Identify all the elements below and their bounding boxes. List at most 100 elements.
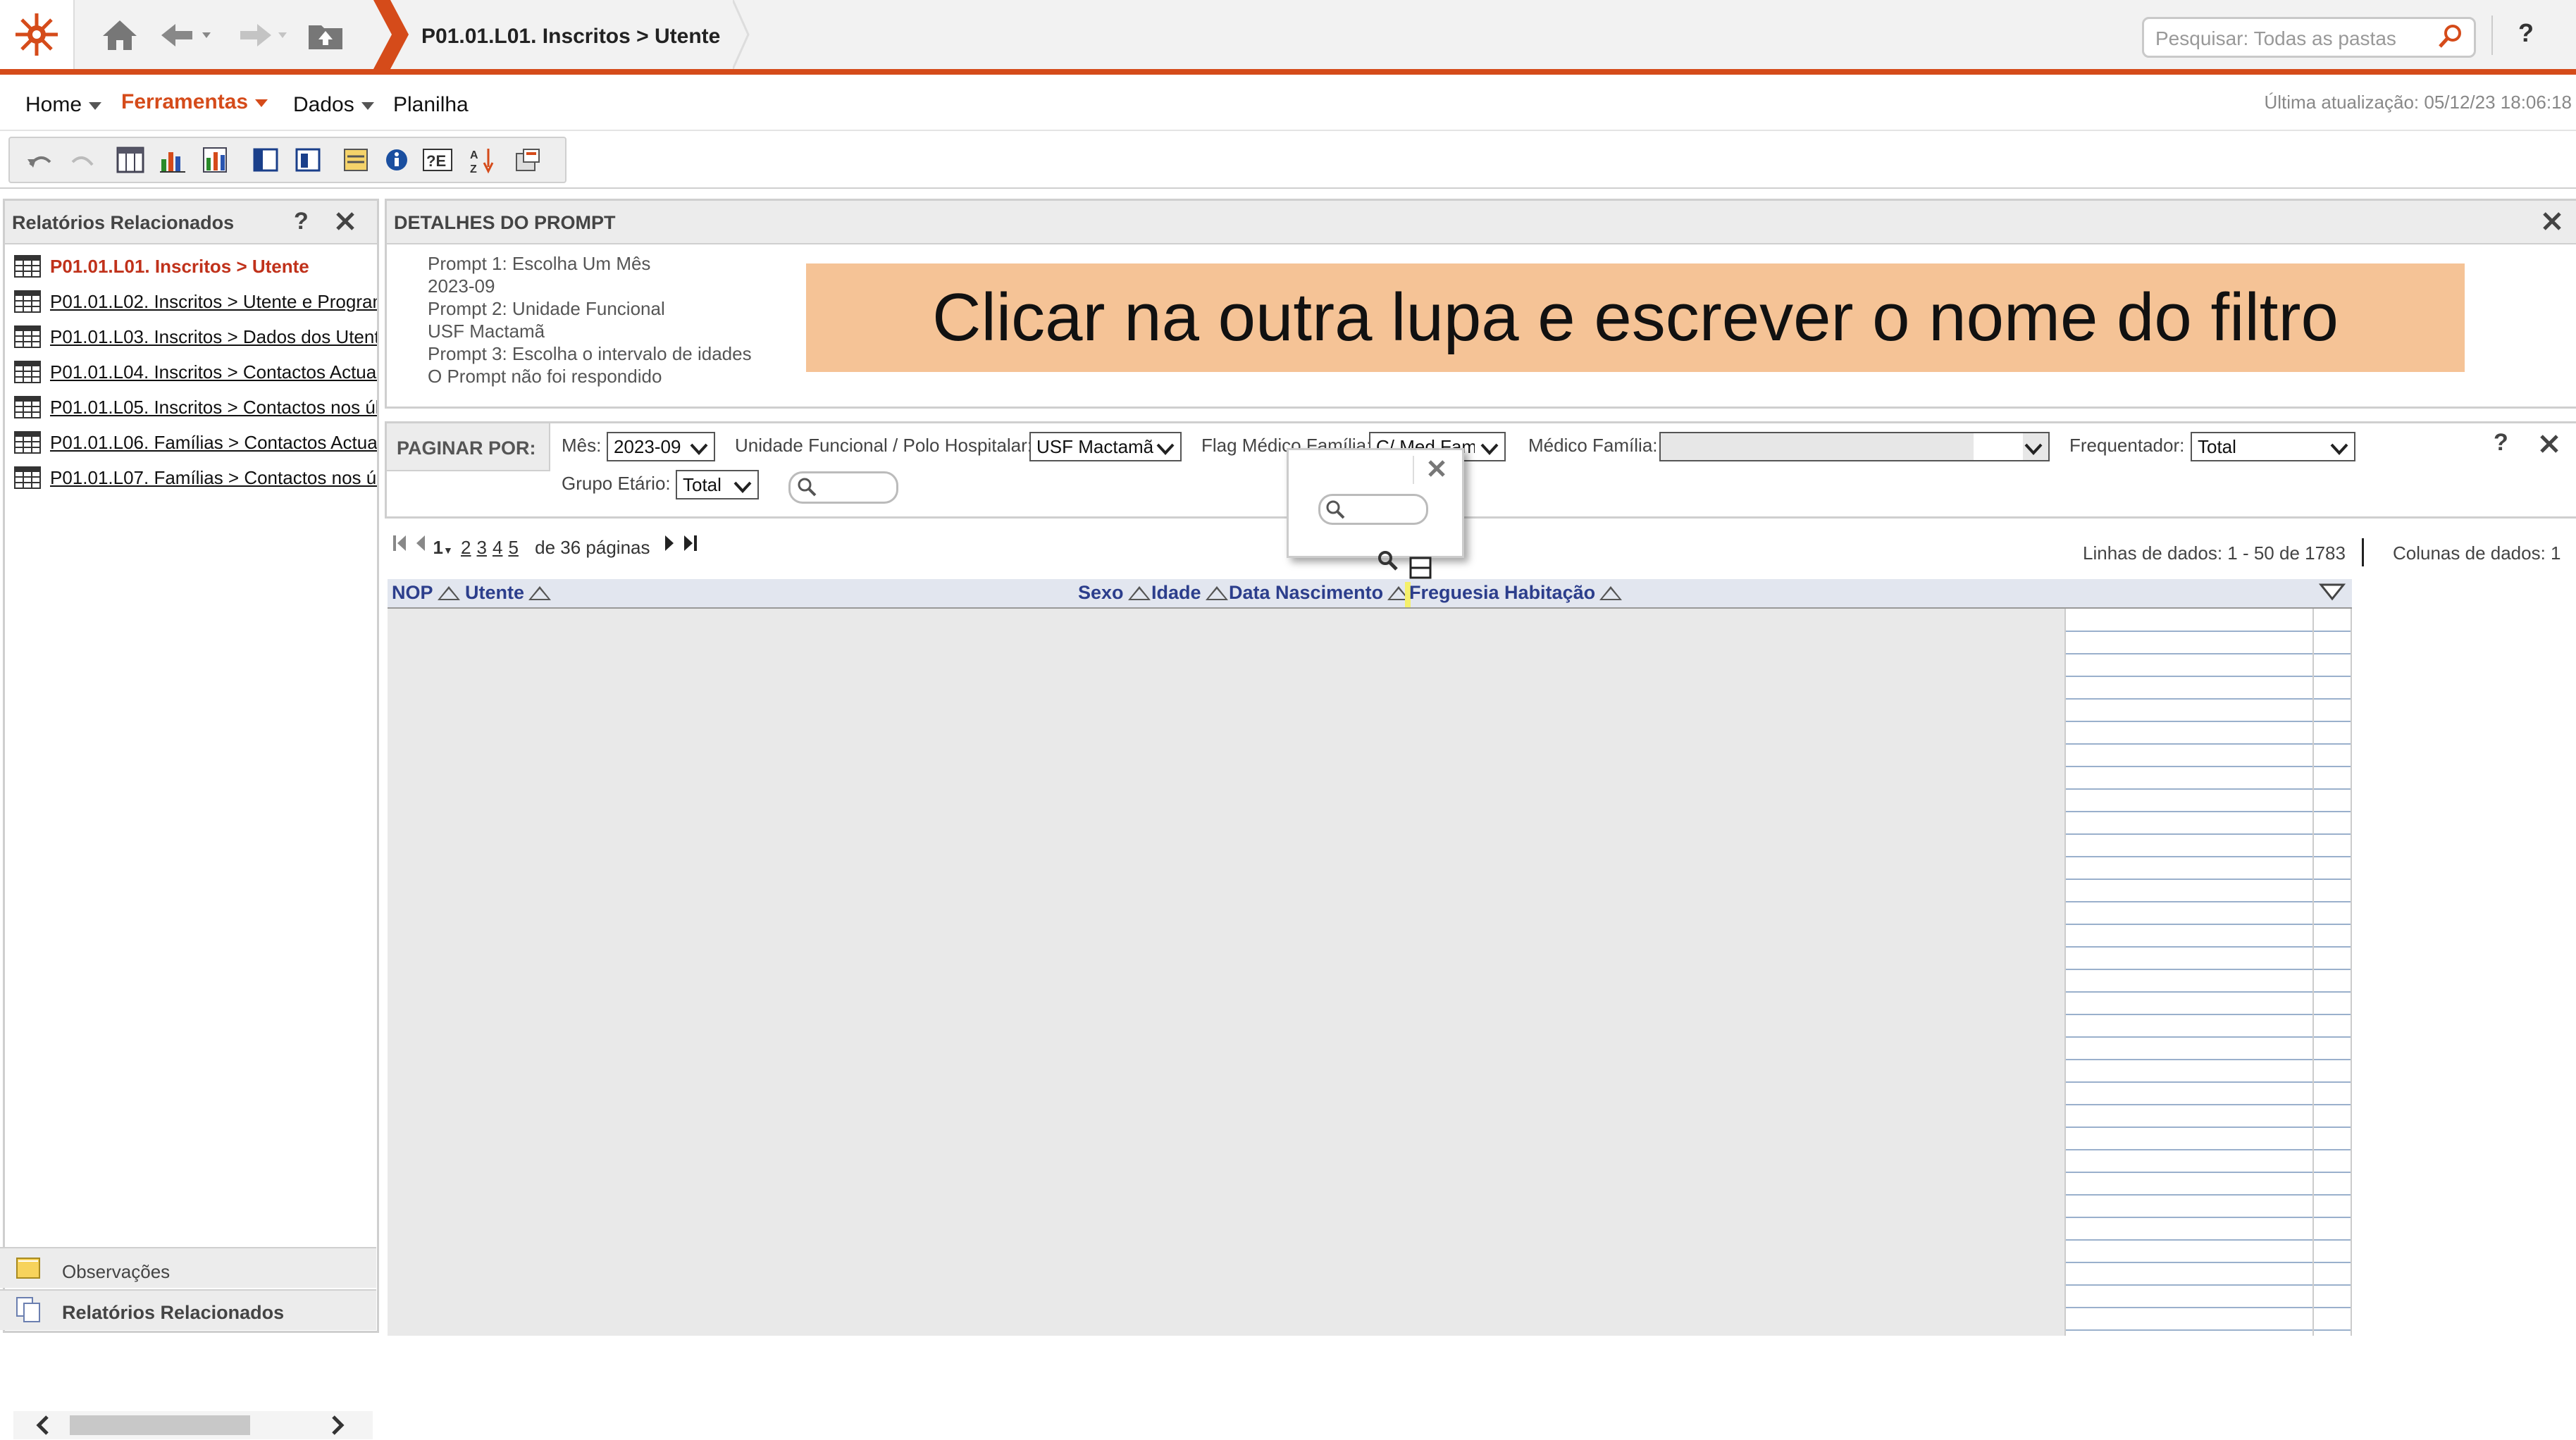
- related-reports-tab[interactable]: Relatórios Relacionados: [0, 1289, 376, 1330]
- frequentador-select[interactable]: Total: [2191, 432, 2355, 461]
- mes-select[interactable]: 2023-09: [607, 432, 715, 461]
- search-icon[interactable]: [1375, 550, 1399, 577]
- list-item[interactable]: P01.01.L07. Famílias > Contactos nos últ…: [11, 461, 377, 495]
- page-link[interactable]: 3: [477, 537, 487, 558]
- column-header-nop[interactable]: NOP: [392, 582, 460, 604]
- next-page-icon[interactable]: [662, 535, 678, 558]
- sort-arrow-icon[interactable]: [1205, 586, 1228, 600]
- pager: 1▼ 2345 de 36 páginas: [392, 533, 700, 559]
- menu-ferramentas[interactable]: Ferramentas: [121, 90, 268, 114]
- search-input[interactable]: Pesquisar: Todas as pastas: [2155, 27, 2396, 50]
- prompt-icon[interactable]: ?E: [421, 144, 454, 176]
- layout-icon[interactable]: [292, 144, 324, 176]
- sort-arrow-icon[interactable]: [1127, 586, 1151, 600]
- unidade-select[interactable]: USF Mactamã: [1029, 432, 1182, 461]
- grupo-select[interactable]: Total: [676, 470, 759, 499]
- help-button[interactable]: ?: [2494, 429, 2508, 457]
- redo-icon[interactable]: [66, 144, 99, 176]
- page-link[interactable]: 5: [508, 537, 518, 558]
- grupo-search-input[interactable]: [788, 471, 898, 504]
- list-item[interactable]: P01.01.L01. Inscritos > Utente: [11, 250, 377, 284]
- chevron-down-icon: [361, 101, 374, 110]
- chart-view-icon[interactable]: [156, 144, 189, 176]
- sort-arrow-icon[interactable]: [1599, 586, 1623, 600]
- page-link[interactable]: 4: [493, 537, 502, 558]
- info-icon[interactable]: [380, 144, 413, 176]
- page-by-icon[interactable]: [249, 144, 282, 176]
- current-page[interactable]: 1: [433, 537, 442, 558]
- instruction-banner: Clicar na outra lupa e escrever o nome d…: [806, 263, 2465, 372]
- report-link[interactable]: P01.01.L07. Famílias > Contactos nos últ…: [50, 467, 377, 489]
- close-icon[interactable]: [335, 211, 356, 235]
- notes-tab[interactable]: Observações: [0, 1247, 376, 1288]
- column-header-idade[interactable]: Idade: [1151, 582, 1228, 604]
- report-link[interactable]: P01.01.L02. Inscritos > Utente e Program…: [50, 291, 377, 313]
- export-icon[interactable]: [512, 144, 544, 176]
- logo-icon[interactable]: [0, 0, 75, 69]
- search-box[interactable]: Pesquisar: Todas as pastas: [2142, 17, 2476, 58]
- column-header-label: Sexo: [1078, 582, 1124, 603]
- medico-select[interactable]: [1659, 432, 2050, 461]
- column-header-sexo[interactable]: Sexo: [1078, 582, 1151, 604]
- first-page-icon[interactable]: [392, 535, 407, 558]
- popup-search-input[interactable]: [1318, 494, 1428, 525]
- horizontal-scrollbar[interactable]: [13, 1411, 373, 1439]
- close-icon[interactable]: [2539, 433, 2560, 458]
- column-header-utente[interactable]: Utente: [465, 582, 552, 604]
- column-header-data-nascimento[interactable]: Data Nascimento: [1229, 582, 1411, 604]
- report-link[interactable]: P01.01.L05. Inscritos > Contactos nos úl…: [50, 397, 377, 418]
- medico-label: Médico Família:: [1528, 435, 1658, 456]
- filter-icon[interactable]: [340, 144, 372, 176]
- prompt-line: Prompt 2: Unidade Funcional: [428, 298, 665, 319]
- chevron-right-icon[interactable]: [329, 1414, 346, 1440]
- undo-icon[interactable]: [24, 144, 56, 176]
- list-item[interactable]: P01.01.L02. Inscritos > Utente e Program…: [11, 285, 377, 319]
- menu-dados[interactable]: Dados: [293, 93, 374, 117]
- sort-icon[interactable]: AZ: [466, 144, 499, 176]
- chevron-down-icon[interactable]: [2318, 582, 2346, 607]
- list-item[interactable]: P01.01.L04. Inscritos > Contactos Actuai…: [11, 356, 377, 390]
- page-link[interactable]: 2: [461, 537, 471, 558]
- chevron-down-icon[interactable]: ▼: [443, 545, 453, 556]
- report-link[interactable]: P01.01.L04. Inscritos > Contactos Actuai…: [50, 361, 377, 383]
- frequentador-value: Total: [2198, 436, 2236, 457]
- search-icon[interactable]: [2437, 23, 2464, 55]
- list-item[interactable]: P01.01.L06. Famílias > Contactos Actuais: [11, 426, 377, 460]
- page-by-label-box: PAGINAR POR:: [387, 423, 550, 471]
- column-header-freguesia[interactable]: Freguesia Habitação: [1409, 582, 1623, 604]
- chevron-down-icon: [1480, 439, 1499, 461]
- sort-arrow-icon[interactable]: [437, 586, 460, 600]
- up-folder-icon[interactable]: [304, 15, 347, 55]
- search-icon[interactable]: [796, 476, 817, 501]
- report-link[interactable]: P01.01.L06. Famílias > Contactos Actuais: [50, 432, 377, 454]
- chevron-down-icon: [1156, 439, 1175, 461]
- list-item[interactable]: P01.01.L05. Inscritos > Contactos nos úl…: [11, 391, 377, 425]
- prev-page-icon[interactable]: [412, 535, 428, 558]
- mes-value: 2023-09: [614, 436, 681, 457]
- report-link[interactable]: P01.01.L01. Inscritos > Utente: [50, 256, 377, 278]
- report-grid-icon: [13, 395, 42, 423]
- page-count: de 36 páginas: [535, 537, 650, 558]
- menu-home[interactable]: Home: [25, 93, 102, 117]
- list-item[interactable]: P01.01.L03. Inscritos > Dados dos Utente…: [11, 321, 377, 354]
- home-icon[interactable]: [99, 15, 141, 55]
- close-icon[interactable]: [1427, 459, 1447, 482]
- panel-header: DETALHES DO PROMPT: [387, 201, 2576, 244]
- grid-chart-icon[interactable]: [199, 144, 231, 176]
- search-icon[interactable]: [1325, 499, 1346, 523]
- last-page-icon[interactable]: [683, 535, 700, 558]
- grid-view-icon[interactable]: [114, 144, 147, 176]
- chevron-left-icon[interactable]: [35, 1414, 51, 1440]
- help-button[interactable]: ?: [294, 208, 309, 235]
- sort-arrow-icon[interactable]: [528, 586, 552, 600]
- panel-title: DETALHES DO PROMPT: [394, 212, 616, 233]
- back-arrow-icon[interactable]: [156, 15, 220, 55]
- report-link[interactable]: P01.01.L03. Inscritos > Dados dos Utente…: [50, 326, 377, 348]
- forward-arrow-icon[interactable]: [233, 15, 296, 55]
- grupo-label: Grupo Etário:: [562, 473, 671, 494]
- menu-planilha[interactable]: Planilha: [393, 93, 469, 117]
- help-button[interactable]: ?: [2518, 18, 2534, 48]
- breadcrumb[interactable]: P01.01.L01. Inscritos > Utente: [421, 0, 720, 69]
- close-icon[interactable]: [2541, 211, 2563, 235]
- scrollbar-thumb[interactable]: [70, 1415, 250, 1435]
